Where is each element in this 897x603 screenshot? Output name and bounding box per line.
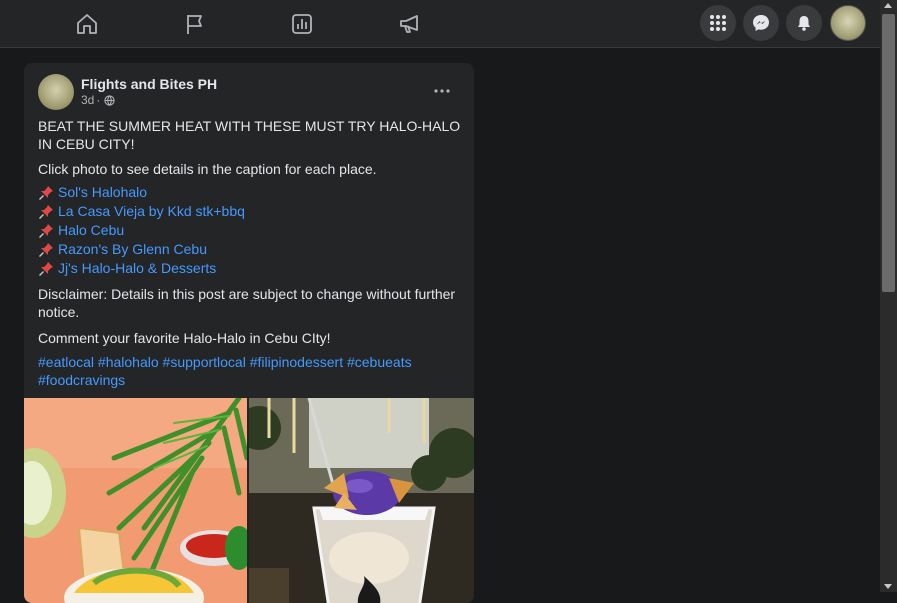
post-headline: BEAT THE SUMMER HEAT WITH THESE MUST TRY… — [38, 118, 461, 152]
home-icon[interactable] — [71, 8, 103, 40]
insights-chart-icon[interactable] — [286, 8, 318, 40]
place-link[interactable]: Halo Cebu — [58, 221, 124, 240]
place-item: La Casa Vieja by Kkd stk+bbq — [38, 202, 245, 221]
place-link[interactable]: Jj's Halo-Halo & Desserts — [58, 259, 216, 278]
post-meta: 3d · — [81, 93, 115, 107]
notifications-button[interactable] — [786, 5, 822, 41]
post-options-button[interactable] — [428, 77, 456, 105]
menu-grid-button[interactable] — [700, 5, 736, 41]
pages-flag-icon[interactable] — [179, 8, 211, 40]
page-scrollbar[interactable] — [880, 0, 897, 592]
place-item: Jj's Halo-Halo & Desserts — [38, 259, 216, 278]
more-options-icon — [434, 89, 450, 93]
page-avatar[interactable] — [38, 74, 74, 110]
page-name[interactable]: Flights and Bites PH — [81, 76, 217, 92]
top-navigation-bar — [0, 0, 880, 48]
feed-post: Flights and Bites PH 3d · BEAT THE SUMME… — [24, 63, 474, 603]
place-link[interactable]: Sol's Halohalo — [58, 183, 147, 202]
pushpin-icon — [39, 204, 53, 219]
scrollbar-thumb[interactable] — [882, 14, 895, 292]
meta-separator: · — [96, 93, 101, 107]
post-cta: Comment your favorite Halo-Halo in Cebu … — [38, 330, 331, 346]
scroll-down-arrow-icon[interactable] — [884, 584, 892, 589]
notifications-bell-icon — [798, 16, 810, 31]
post-photo-1[interactable] — [24, 398, 247, 603]
pushpin-icon — [39, 185, 53, 200]
place-link[interactable]: Razon's By Glenn Cebu — [58, 240, 207, 259]
pushpin-icon — [39, 242, 53, 257]
messenger-icon — [753, 15, 769, 31]
post-photo-2[interactable] — [249, 398, 474, 603]
place-item: Halo Cebu — [38, 221, 124, 240]
scroll-up-arrow-icon[interactable] — [884, 3, 892, 8]
place-item: Razon's By Glenn Cebu — [38, 240, 207, 259]
hashtag-links[interactable]: #eatlocal #halohalo #supportlocal #filip… — [38, 353, 458, 389]
post-instruction: Click photo to see details in the captio… — [38, 161, 377, 177]
globe-icon — [104, 94, 115, 106]
ads-megaphone-icon[interactable] — [394, 8, 426, 40]
place-link[interactable]: La Casa Vieja by Kkd stk+bbq — [58, 202, 245, 221]
place-item: Sol's Halohalo — [38, 183, 147, 202]
menu-grid-icon — [710, 15, 726, 31]
post-timestamp[interactable]: 3d — [81, 93, 94, 107]
pushpin-icon — [39, 223, 53, 238]
pushpin-icon — [39, 261, 53, 276]
messenger-button[interactable] — [743, 5, 779, 41]
profile-avatar[interactable] — [830, 5, 866, 41]
post-disclaimer: Disclaimer: Details in this post are sub… — [38, 286, 456, 320]
